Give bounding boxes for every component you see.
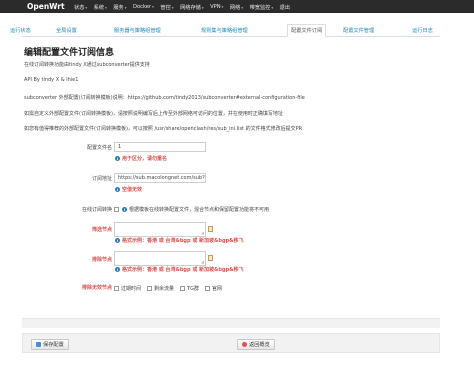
description-line: 在线订阅转换功能由tindy X通过subconverter提供支持 [24,62,150,68]
back-icon [242,342,247,347]
exclude-nodes-hint: i 格式示例：香港 或 台湾&bgp 或 新加坡&bgp&移飞 [115,266,244,273]
chevron-down-icon: ▾ [124,6,127,10]
nav-menu-item[interactable]: 网络▾ [230,4,243,11]
checkbox[interactable] [180,286,186,291]
online-convert-checkbox[interactable] [114,207,119,212]
top-navbar: OpenWrt 状态▾ 系统▾ 服务▾ Docker▾ 管控▾ 网络存储▾ VPN▾ 网络▾ 带… [0,0,474,13]
option-label: 剩余流量 [154,286,175,292]
nav-menu-item[interactable]: Docker▾ [133,4,154,11]
brand-logo[interactable]: OpenWrt [27,2,65,11]
hint-text: 空值无效 [122,187,143,193]
filter-nodes-hint: i 格式示例：香港 或 台湾&bgp 或 新加坡&bgp&移飞 [115,237,244,244]
nav-menu-item[interactable]: 网络存储▾ [180,4,204,11]
nav-menu-label: 带宽监控 [249,5,271,11]
chevron-down-icon: ▾ [201,6,204,10]
chevron-down-icon: ▾ [271,6,274,10]
option-label: 过期时间 [121,286,142,292]
chevron-down-icon: ▾ [221,5,224,9]
tab-item[interactable]: 规则集与策略组管理 [201,25,248,37]
save-icon [36,342,41,347]
nav-menu-item[interactable]: VPN▾ [210,4,223,11]
tab-item[interactable]: 配置文件管理 [343,25,374,37]
description-line: 如需自定义外部配置文件(订阅转换模板)，请按照说明编写后上传至外部网络可访问的位… [24,111,283,117]
resize-grip-icon[interactable]: ◢ [201,231,204,235]
nav-menu-label: 退出 [279,5,290,11]
config-name-label: 配置文件名 [86,145,112,151]
nav-menu-label: VPN [210,4,221,10]
info-icon: i [122,207,127,212]
tab-item[interactable]: 运行日志 [412,25,433,37]
nav-menu-item[interactable]: 服务▾ [113,4,126,11]
page-title: 编辑配置文件订阅信息 [24,48,115,58]
nav-menu-label: Docker [132,4,152,10]
hint-text: 格式示例：香港 或 台湾&bgp 或 新加坡&bgp&移飞 [122,267,244,273]
info-icon: i [115,267,120,272]
option-label: TG群 [187,286,199,292]
filter-nodes-textarea[interactable]: ◢ [114,222,206,237]
option-expire-time[interactable]: 过期时间 [114,285,141,292]
chevron-down-icon: ▾ [85,6,88,10]
nav-menu-item[interactable]: 退出 [280,4,290,11]
nav-menu-label: 管控 [160,5,171,11]
subscription-url-input[interactable]: https://sub.macolongnet.com/sub?t [114,173,206,183]
chevron-down-icon: ▾ [241,6,244,10]
hint-text: 格式示例：香港 或 台湾&bgp 或 新加坡&bgp&移飞 [122,238,244,244]
info-icon: i [115,187,120,192]
online-convert-hint: 根据模板在线转换配置文件，混合节点和保留配置功能将不可用 [129,207,270,213]
back-button-label: 返回概览 [249,342,270,348]
option-website[interactable]: 官网 [204,285,222,292]
nav-menu-item[interactable]: 系统▾ [94,4,107,11]
info-icon: i [115,238,120,243]
tab-bar: 运行状态 全局设置 服务器与策略组管理 规则集与策略组管理 配置文件订阅 配置文件管理 运行… [10,23,440,37]
tab-item[interactable]: 服务器与策略组管理 [114,25,161,37]
option-tg-group[interactable]: TG群 [180,285,199,292]
online-convert-row: i 根据模板在线转换配置文件，混合节点和保留配置功能将不可用 [114,206,269,213]
nav-menu-item[interactable]: 管控▾ [160,4,173,11]
resize-grip-icon[interactable]: ◢ [201,260,204,264]
subscription-url-hint: i 空值无效 [115,186,142,193]
nav-menu-item[interactable]: 状态▾ [74,4,87,11]
tab-item[interactable]: 全局设置 [56,25,77,37]
save-config-button[interactable]: 保存配置 [31,339,69,350]
exclude-nodes-label: 排除节点 [91,257,112,263]
option-label: 官网 [211,286,222,292]
save-button-label: 保存配置 [43,342,64,348]
exclude-nodes-textarea[interactable]: ◢ [114,251,206,266]
nav-menu-item[interactable]: 带宽监控▾ [250,4,274,11]
list-add-icon[interactable] [208,226,213,232]
list-add-icon[interactable] [208,255,213,261]
nav-menu-label: 系统 [93,5,105,11]
invalid-nodes-options: 过期时间 剩余流量 TG群 官网 [114,285,228,292]
description-line: 如您有值得推荐的外部配置文件(订阅转换模板)，可以按照 /usr/share/o… [24,126,303,132]
action-bar: 保存配置 返回概览 [22,333,440,353]
checkbox[interactable] [114,286,119,291]
checkbox[interactable] [147,286,153,291]
nav-menu-label: 网络存储 [180,5,201,11]
tab-item[interactable]: 配置文件订阅 [287,24,327,37]
back-to-overview-button[interactable]: 返回概览 [237,339,275,350]
invalid-nodes-label: 排除无效节点 [81,285,112,291]
main-menu: 状态▾ 系统▾ 服务▾ Docker▾ 管控▾ 网络存储▾ VPN▾ 网络▾ 带宽监控▾ 退出 [74,4,297,11]
description-line: API By tindy X & lhie1 [24,77,79,83]
hint-text: 用于区分，请勿重名 [122,156,168,162]
chevron-down-icon: ▾ [105,6,107,10]
config-name-input[interactable]: 1 [114,142,206,152]
info-icon: i [115,156,120,161]
tab-item[interactable]: 运行状态 [10,25,31,37]
online-convert-label: 在线订阅转换 [81,207,112,213]
config-name-hint: i 用于区分，请勿重名 [115,155,167,162]
section-footer [22,318,440,328]
chevron-down-icon: ▾ [171,6,174,10]
nav-menu-label: 服务 [113,5,124,11]
chevron-down-icon: ▾ [152,5,154,9]
option-remaining-traffic[interactable]: 剩余流量 [147,285,174,292]
subscription-url-label: 订阅地址 [91,176,112,182]
filter-nodes-label: 筛选节点 [91,227,112,233]
nav-menu-label: 网络 [229,5,241,11]
checkbox[interactable] [204,286,210,291]
description-line: subconverter 外部配置(订阅转换模板)说明：https://gith… [24,95,305,101]
nav-menu-label: 状态 [74,5,85,11]
